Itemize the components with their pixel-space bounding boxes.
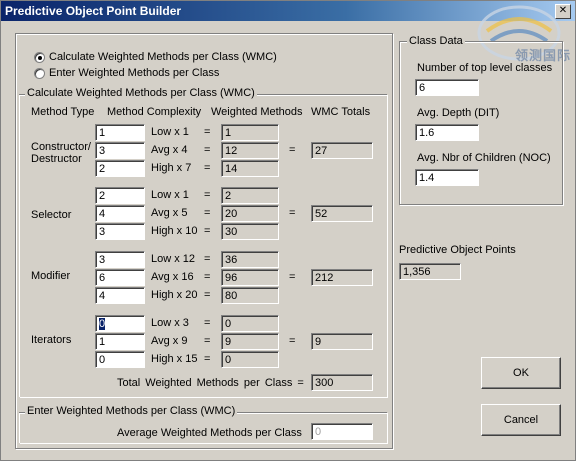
- selector-high-count[interactable]: 3: [95, 223, 145, 240]
- radio-calculate-label[interactable]: Calculate Weighted Methods per Class (WM…: [49, 51, 277, 63]
- selector-avg-label: Avg x 5: [151, 207, 188, 219]
- radio-enter-label[interactable]: Enter Weighted Methods per Class: [49, 67, 219, 79]
- modifier-avg-label: Avg x 16: [151, 271, 194, 283]
- selector-low-weighted: 2: [221, 187, 279, 204]
- class-data-label: Class Data: [407, 35, 465, 47]
- equals-sign: =: [204, 207, 211, 219]
- constructor-low-weighted: 1: [221, 124, 279, 141]
- constructor-high-weighted: 14: [221, 160, 279, 177]
- dialog-window: Predictive Object Point Builder ✕ 领测国际 C…: [0, 0, 576, 461]
- avg-children-input[interactable]: 1.4: [415, 169, 479, 186]
- modifier-total: 212: [311, 269, 373, 286]
- method-type-modifier: Modifier: [31, 270, 71, 282]
- equals-sign: =: [204, 271, 211, 283]
- cancel-button[interactable]: Cancel: [481, 404, 561, 436]
- iterators-total: 9: [311, 333, 373, 350]
- selector-total: 52: [311, 205, 373, 222]
- enter-group-label: Enter Weighted Methods per Class (WMC): [25, 405, 238, 417]
- avg-wmc-label: Average Weighted Methods per Class: [117, 427, 302, 439]
- equals-sign: =: [204, 353, 211, 365]
- constructor-low-count[interactable]: 1: [95, 124, 145, 141]
- equals-sign: =: [289, 271, 296, 283]
- iterators-high-label: High x 15: [151, 353, 198, 365]
- radio-enter[interactable]: [34, 68, 45, 79]
- equals-sign: =: [204, 289, 211, 301]
- total-wmc-label: Total Weighted Methods per Class =: [117, 377, 304, 389]
- predictive-object-points-label: Predictive Object Points: [399, 244, 516, 256]
- equals-sign: =: [204, 144, 211, 156]
- calc-group-label: Calculate Weighted Methods per Class (WM…: [25, 87, 257, 99]
- modifier-high-count[interactable]: 4: [95, 287, 145, 304]
- equals-sign: =: [289, 335, 296, 347]
- avg-wmc-input[interactable]: 0: [311, 423, 373, 440]
- iterators-avg-weighted: 9: [221, 333, 279, 350]
- modifier-avg-count[interactable]: 6: [95, 269, 145, 286]
- selector-avg-count[interactable]: 4: [95, 205, 145, 222]
- selector-low-label: Low x 1: [151, 189, 189, 201]
- equals-sign: =: [204, 225, 211, 237]
- selector-high-weighted: 30: [221, 223, 279, 240]
- header-method-type: Method Type: [31, 106, 95, 118]
- total-wmc-value: 300: [311, 374, 373, 391]
- equals-sign: =: [204, 162, 211, 174]
- iterators-low-label: Low x 3: [151, 317, 189, 329]
- equals-sign: =: [204, 189, 211, 201]
- modifier-low-weighted: 36: [221, 251, 279, 268]
- modifier-high-weighted: 80: [221, 287, 279, 304]
- constructor-avg-count[interactable]: 3: [95, 142, 145, 159]
- top-level-classes-input[interactable]: 6: [415, 79, 479, 96]
- iterators-low-count[interactable]: 0: [95, 315, 145, 332]
- selected-text: 0: [99, 318, 106, 330]
- calc-group: [19, 94, 387, 397]
- radio-dot: [38, 56, 42, 60]
- avg-depth-label: Avg. Depth (DIT): [417, 107, 500, 119]
- method-type-selector: Selector: [31, 209, 72, 221]
- constructor-high-count[interactable]: 2: [95, 160, 145, 177]
- window-title: Predictive Object Point Builder: [5, 4, 182, 18]
- selector-avg-weighted: 20: [221, 205, 279, 222]
- top-level-classes-label: Number of top level classes: [417, 62, 553, 74]
- iterators-avg-count[interactable]: 1: [95, 333, 145, 350]
- iterators-high-count[interactable]: 0: [95, 351, 145, 368]
- equals-sign: =: [204, 317, 211, 329]
- constructor-high-label: High x 7: [151, 162, 192, 174]
- method-type-iterators: Iterators: [31, 334, 72, 346]
- header-wmc-totals: WMC Totals: [311, 106, 371, 118]
- cancel-button-label: Cancel: [503, 414, 539, 426]
- method-type-constructor: Constructor/ Destructor: [31, 141, 91, 165]
- ok-button[interactable]: OK: [481, 357, 561, 389]
- header-weighted: Weighted Methods: [211, 106, 303, 118]
- iterators-avg-label: Avg x 9: [151, 335, 188, 347]
- modifier-avg-weighted: 96: [221, 269, 279, 286]
- radio-calculate[interactable]: [34, 52, 45, 63]
- constructor-total: 27: [311, 142, 373, 159]
- equals-sign: =: [204, 335, 211, 347]
- avg-depth-input[interactable]: 1.6: [415, 124, 479, 141]
- equals-sign: =: [204, 126, 211, 138]
- equals-sign: =: [289, 207, 296, 219]
- constructor-low-label: Low x 1: [151, 126, 189, 138]
- predictive-object-points-value: 1,356: [399, 263, 461, 280]
- equals-sign: =: [204, 253, 211, 265]
- modifier-low-label: Low x 12: [151, 253, 196, 265]
- selector-low-count[interactable]: 2: [95, 187, 145, 204]
- modifier-high-label: High x 20: [151, 289, 198, 301]
- iterators-low-weighted: 0: [221, 315, 279, 332]
- header-complexity: Method Complexity: [107, 106, 202, 118]
- selector-high-label: High x 10: [151, 225, 198, 237]
- iterators-high-weighted: 0: [221, 351, 279, 368]
- equals-sign: =: [289, 144, 296, 156]
- avg-children-label: Avg. Nbr of Children (NOC): [417, 152, 551, 164]
- constructor-avg-label: Avg x 4: [151, 144, 188, 156]
- modifier-low-count[interactable]: 3: [95, 251, 145, 268]
- ok-button-label: OK: [513, 367, 529, 379]
- constructor-avg-weighted: 12: [221, 142, 279, 159]
